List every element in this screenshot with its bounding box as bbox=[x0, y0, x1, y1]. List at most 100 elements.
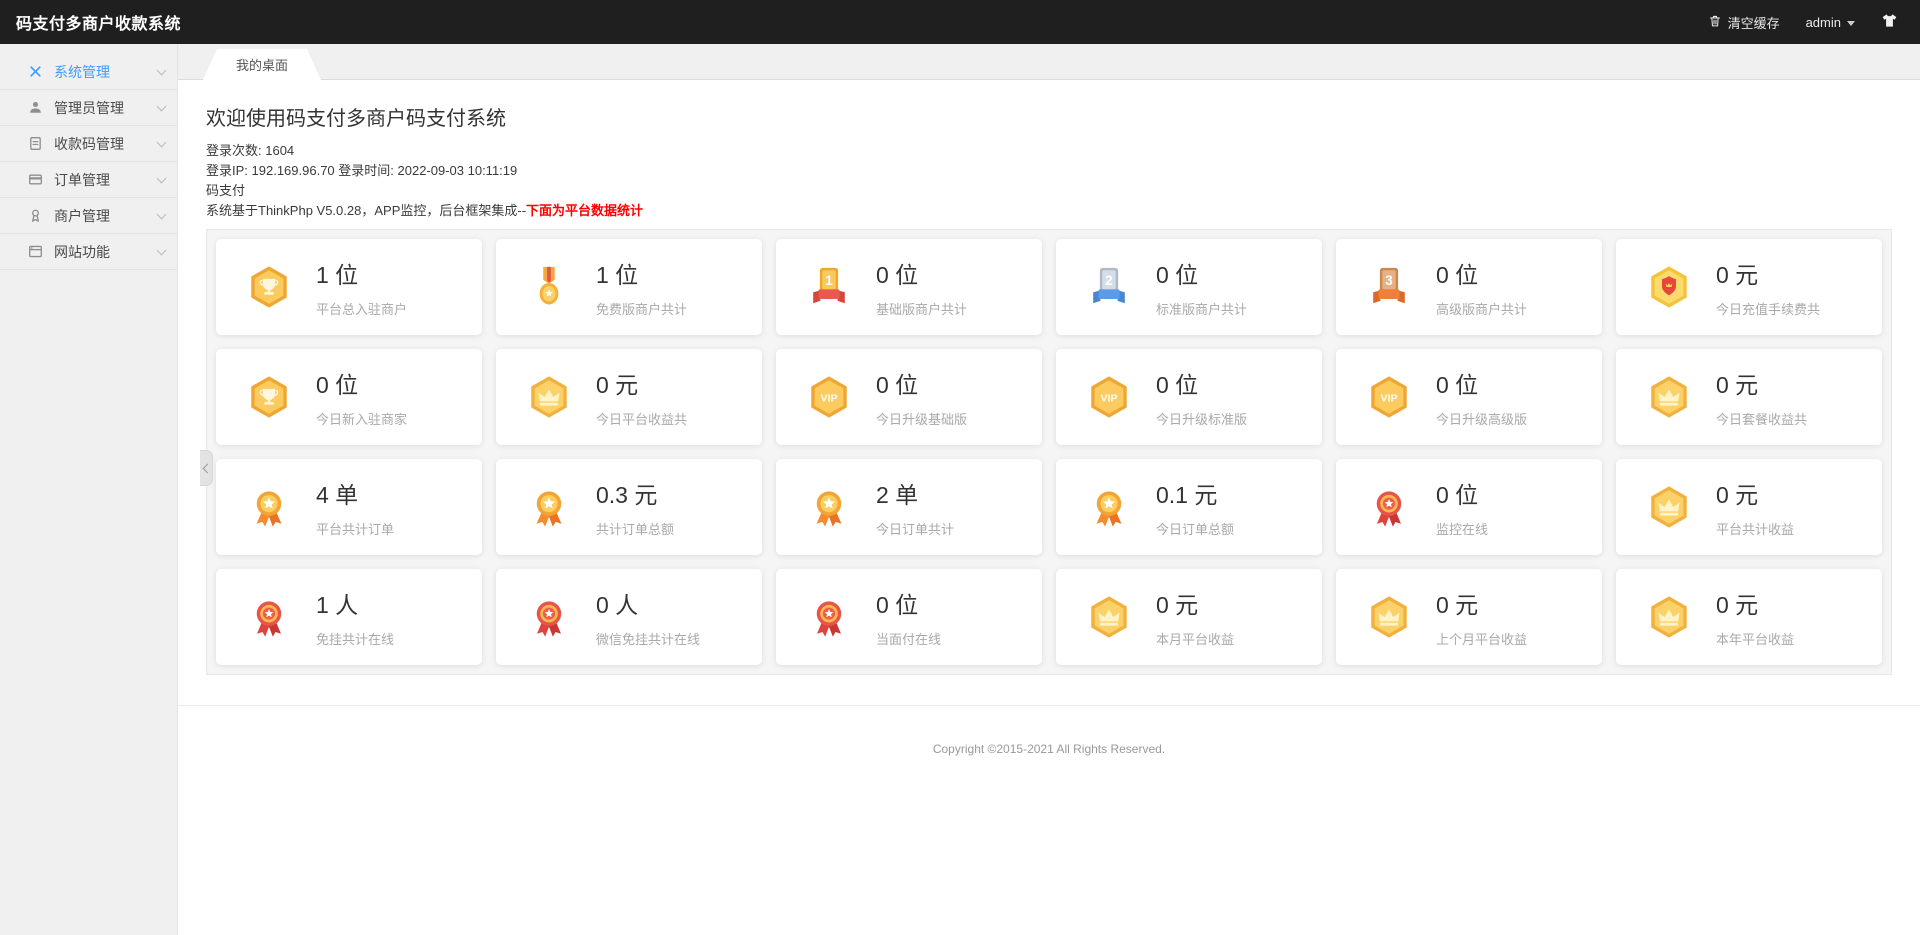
stat-label: 今日新入驻商家 bbox=[316, 409, 407, 428]
stat-value: 4 单 bbox=[316, 476, 394, 510]
tab-my-desktop[interactable]: 我的桌面 bbox=[203, 49, 321, 80]
stat-card: 0.3 元 共计订单总额 bbox=[496, 459, 762, 555]
sidebar-item-website[interactable]: 网站功能 bbox=[0, 234, 177, 270]
hex-crown-icon bbox=[1646, 374, 1692, 420]
stat-label: 本年平台收益 bbox=[1716, 629, 1794, 648]
merchant-icon bbox=[28, 208, 43, 223]
svg-text:VIP: VIP bbox=[1101, 392, 1118, 404]
stat-value: 0 位 bbox=[876, 366, 967, 400]
stat-card: 0 元 上个月平台收益 bbox=[1336, 569, 1602, 665]
stat-value: 0 位 bbox=[876, 256, 967, 290]
star-red-icon bbox=[526, 594, 572, 640]
login-count-line: 登录次数: 1604 bbox=[206, 141, 1892, 161]
chevron-down-icon bbox=[1847, 21, 1855, 26]
tools-icon bbox=[28, 64, 43, 79]
chevron-down-icon bbox=[157, 101, 167, 111]
page-footer: Copyright ©2015-2021 All Rights Reserved… bbox=[178, 705, 1920, 756]
stat-card: 0 元 今日平台收益共 bbox=[496, 349, 762, 445]
stat-value: 0 位 bbox=[1436, 256, 1527, 290]
app-window: 码支付多商户收款系统 清空缓存 admin bbox=[0, 0, 1920, 935]
stat-value: 0.1 元 bbox=[1156, 476, 1234, 510]
stat-label: 微信免挂共计在线 bbox=[596, 629, 700, 648]
stat-card: 1 位 平台总入驻商户 bbox=[216, 239, 482, 335]
tab-bar: 我的桌面 bbox=[178, 44, 1920, 80]
stat-value: 1 位 bbox=[596, 256, 687, 290]
chevron-down-icon bbox=[157, 137, 167, 147]
copyright-text: Copyright ©2015-2021 All Rights Reserved… bbox=[178, 742, 1920, 756]
stat-label: 免费版商户共计 bbox=[596, 299, 687, 318]
svg-text:2: 2 bbox=[1105, 273, 1112, 288]
stat-card: 0.1 元 今日订单总额 bbox=[1056, 459, 1322, 555]
sidebar-collapse-handle[interactable] bbox=[200, 450, 213, 486]
clear-cache-button[interactable]: 清空缓存 bbox=[1708, 13, 1780, 32]
stat-value: 0.3 元 bbox=[596, 476, 674, 510]
stat-value: 0 元 bbox=[1716, 366, 1807, 400]
stat-label: 高级版商户共计 bbox=[1436, 299, 1527, 318]
stat-card: 1 位 免费版商户共计 bbox=[496, 239, 762, 335]
stats-highlight-text: 下面为平台数据统计 bbox=[526, 203, 643, 218]
website-icon bbox=[28, 244, 43, 259]
app-title: 码支付多商户收款系统 bbox=[16, 10, 181, 34]
chevron-down-icon bbox=[157, 173, 167, 183]
theme-button[interactable] bbox=[1881, 12, 1898, 32]
stat-card: VIP 0 位 今日升级标准版 bbox=[1056, 349, 1322, 445]
hex-crown-icon bbox=[1646, 484, 1692, 530]
stat-label: 标准版商户共计 bbox=[1156, 299, 1247, 318]
stat-label: 今日订单共计 bbox=[876, 519, 954, 538]
hex-shield-icon bbox=[1646, 264, 1692, 310]
user-menu[interactable]: admin bbox=[1806, 15, 1855, 30]
hex-trophy-icon bbox=[246, 264, 292, 310]
stat-value: 0 元 bbox=[1716, 256, 1820, 290]
hex-crown-icon bbox=[1646, 594, 1692, 640]
stat-label: 今日升级基础版 bbox=[876, 409, 967, 428]
sidebar-item-system[interactable]: 系统管理 bbox=[0, 54, 177, 90]
content-area: 我的桌面 欢迎使用码支付多商户码支付系统 登录次数: 1604 登录IP: 19… bbox=[178, 44, 1920, 935]
hex-crown-icon bbox=[1086, 594, 1132, 640]
stat-value: 0 元 bbox=[1716, 476, 1794, 510]
stat-label: 今日订单总额 bbox=[1156, 519, 1234, 538]
brand-line: 码支付 bbox=[206, 181, 1892, 201]
sidebar-item-order[interactable]: 订单管理 bbox=[0, 162, 177, 198]
stat-value: 0 人 bbox=[596, 586, 700, 620]
star-gold-icon bbox=[1086, 484, 1132, 530]
stat-card: 0 元 本月平台收益 bbox=[1056, 569, 1322, 665]
stat-card: VIP 0 位 今日升级高级版 bbox=[1336, 349, 1602, 445]
stat-value: 0 位 bbox=[1156, 366, 1247, 400]
stat-label: 监控在线 bbox=[1436, 519, 1488, 538]
stat-label: 基础版商户共计 bbox=[876, 299, 967, 318]
stat-card: VIP 0 位 今日升级基础版 bbox=[776, 349, 1042, 445]
sidebar-item-admin[interactable]: 管理员管理 bbox=[0, 90, 177, 126]
stat-value: 1 位 bbox=[316, 256, 407, 290]
stat-card: 0 元 平台共计收益 bbox=[1616, 459, 1882, 555]
welcome-title: 欢迎使用码支付多商户码支付系统 bbox=[206, 102, 1892, 131]
stat-value: 1 人 bbox=[316, 586, 394, 620]
star-red-icon bbox=[806, 594, 852, 640]
hex-crown-icon bbox=[1366, 594, 1412, 640]
badge-1-icon: 1 bbox=[806, 264, 852, 310]
hex-vip-icon: VIP bbox=[806, 374, 852, 420]
login-count-value: 1604 bbox=[265, 143, 294, 158]
stat-label: 平台共计收益 bbox=[1716, 519, 1794, 538]
star-gold-icon bbox=[806, 484, 852, 530]
stat-label: 今日套餐收益共 bbox=[1716, 409, 1807, 428]
stat-card: 0 元 本年平台收益 bbox=[1616, 569, 1882, 665]
sidebar-item-qrcode[interactable]: 收款码管理 bbox=[0, 126, 177, 162]
star-red-icon bbox=[246, 594, 292, 640]
stat-card: 0 位 当面付在线 bbox=[776, 569, 1042, 665]
stat-card: 0 元 今日套餐收益共 bbox=[1616, 349, 1882, 445]
stat-label: 今日升级高级版 bbox=[1436, 409, 1527, 428]
hex-crown-icon bbox=[526, 374, 572, 420]
stat-label: 共计订单总额 bbox=[596, 519, 674, 538]
chevron-left-icon bbox=[203, 463, 213, 473]
stat-value: 0 元 bbox=[596, 366, 687, 400]
login-ip-line: 登录IP: 192.169.96.70 登录时间: 2022-09-03 10:… bbox=[206, 161, 1892, 181]
stat-label: 当面付在线 bbox=[876, 629, 941, 648]
sidebar-item-merchant[interactable]: 商户管理 bbox=[0, 198, 177, 234]
star-red-icon bbox=[1366, 484, 1412, 530]
stat-value: 2 单 bbox=[876, 476, 954, 510]
stat-value: 0 元 bbox=[1156, 586, 1234, 620]
sidebar: 系统管理 管理员管理 收款码管理 订单管理 bbox=[0, 44, 178, 935]
hex-vip-icon: VIP bbox=[1086, 374, 1132, 420]
stat-label: 今日充值手续费共 bbox=[1716, 299, 1820, 318]
username: admin bbox=[1806, 15, 1841, 30]
